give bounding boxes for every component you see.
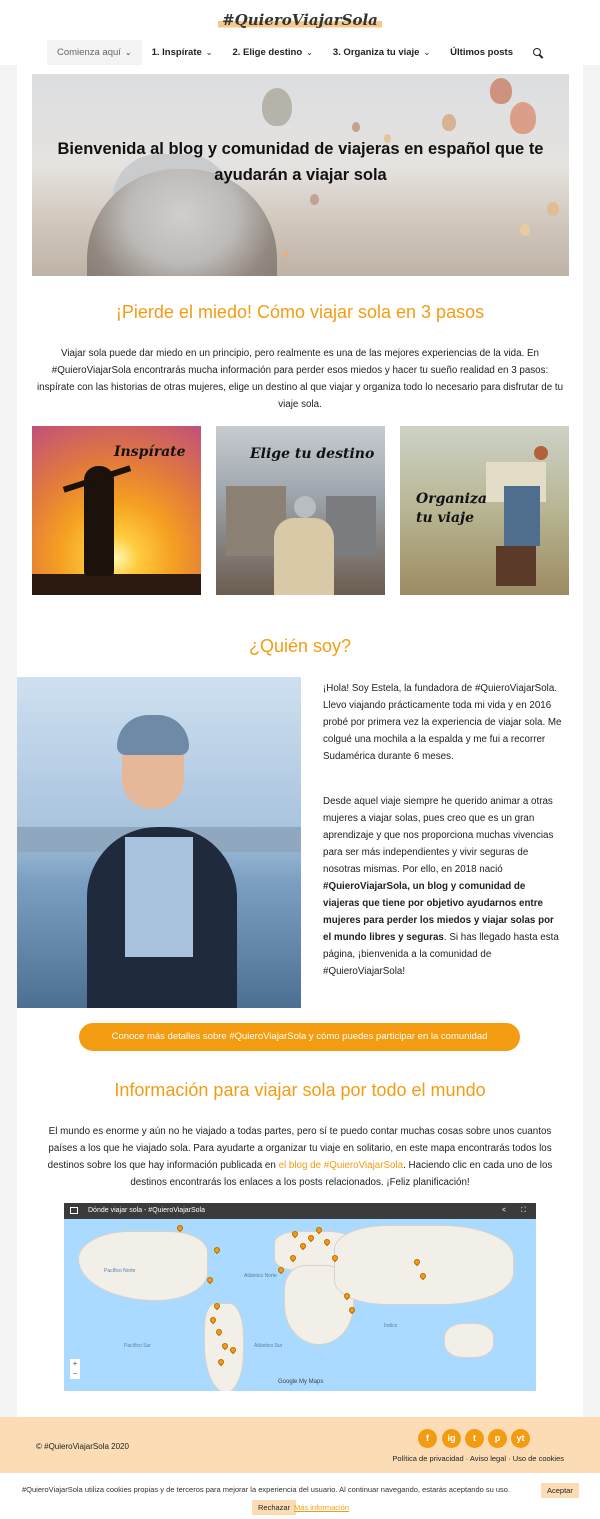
copyright: © #QuieroViajarSola 2020 [36,1442,129,1451]
reject-cookies-button[interactable]: Rechazar [252,1500,297,1515]
instagram-icon[interactable]: ig [442,1429,461,1448]
nav-comienza-aqui[interactable]: Comienza aquí ⌄ [47,40,142,65]
world-heading: Información para viajar sola por todo el… [114,1080,486,1100]
map-zoom-controls[interactable]: + − [70,1359,80,1379]
youtube-icon[interactable]: yt [511,1429,530,1448]
nav-organiza-viaje[interactable]: 3. Organiza tu viaje ⌄ [323,40,440,65]
cookie-text: #QuieroViajarSola utiliza cookies propia… [22,1485,511,1494]
footer-links: Política de privacidad · Aviso legal · U… [392,1454,564,1463]
steps-heading: ¡Pierde el miedo! Cómo viajar sola en 3 … [115,302,485,322]
more-info-link[interactable]: Más información [294,1503,349,1512]
hero-title: Bienvenida al blog y comunidad de viajer… [57,140,544,184]
search-icon[interactable] [532,47,543,58]
tile-organiza-viaje-label: Organiza tu viaje [416,491,487,526]
nav-elige-destino[interactable]: 2. Elige destino ⌄ [222,40,322,65]
destinations-map[interactable]: Dónde viajar sola - #QuieroViajarSola < … [64,1203,536,1391]
chevron-down-icon: ⌄ [423,48,431,57]
facebook-icon[interactable]: f [418,1429,437,1448]
site-logo[interactable]: #QuieroViajarSola [0,11,600,29]
cookie-banner: #QuieroViajarSola utiliza cookies propia… [0,1473,600,1519]
world-intro: El mundo es enorme y aún no he viajado a… [47,1126,553,1188]
tile-inspirate[interactable]: Inspírate [32,426,201,595]
cookies-link[interactable]: Uso de cookies [513,1454,564,1463]
chevron-down-icon: ⌄ [124,48,132,57]
chevron-down-icon: ⌄ [306,48,313,57]
community-cta-button[interactable]: Conoce más detalles sobre #QuieroViajarS… [79,1023,520,1051]
map-legend-icon[interactable] [70,1207,78,1214]
bio-paragraph-1: ¡Hola! Soy Estela, la fundadora de #Quie… [323,683,562,762]
steps-intro: Viajar sola puede dar miedo en un princi… [36,348,564,410]
main-nav: Comienza aquí ⌄ 1. Inspírate ⌄ 2. Elige de… [0,40,600,65]
tile-organiza-viaje[interactable]: Organiza tu viaje [400,426,569,595]
nav-ultimos-posts[interactable]: Últimos posts [440,40,523,65]
chevron-down-icon: ⌄ [205,48,213,57]
twitter-icon[interactable]: t [465,1429,484,1448]
share-icon[interactable]: < [502,1203,506,1219]
site-header: #QuieroViajarSola Comienza aquí ⌄ 1. Insp… [0,0,600,65]
author-portrait [17,677,301,1008]
accept-cookies-button[interactable]: Aceptar [541,1483,579,1498]
about-heading: ¿Quién soy? [248,636,352,656]
privacy-link[interactable]: Política de privacidad [392,1454,463,1463]
bio-paragraph-2: Desde aquel viaje siempre he querido ani… [323,796,559,977]
map-title-bar: Dónde viajar sola - #QuieroViajarSola < … [64,1203,536,1219]
pinterest-icon[interactable]: p [488,1429,507,1448]
nav-inspirate[interactable]: 1. Inspírate ⌄ [142,40,223,65]
tile-elige-destino-label: Elige tu destino [250,446,375,462]
map-footer-label: Google My Maps [278,1379,324,1385]
tile-elige-destino[interactable]: Elige tu destino [216,426,385,595]
nav-search[interactable] [523,40,553,65]
fullscreen-icon[interactable]: ⛶ [521,1203,526,1219]
blog-link[interactable]: el blog de #QuieroViajarSola [279,1160,404,1171]
tile-inspirate-label: Inspírate [114,444,186,460]
legal-link[interactable]: Aviso legal [470,1454,506,1463]
